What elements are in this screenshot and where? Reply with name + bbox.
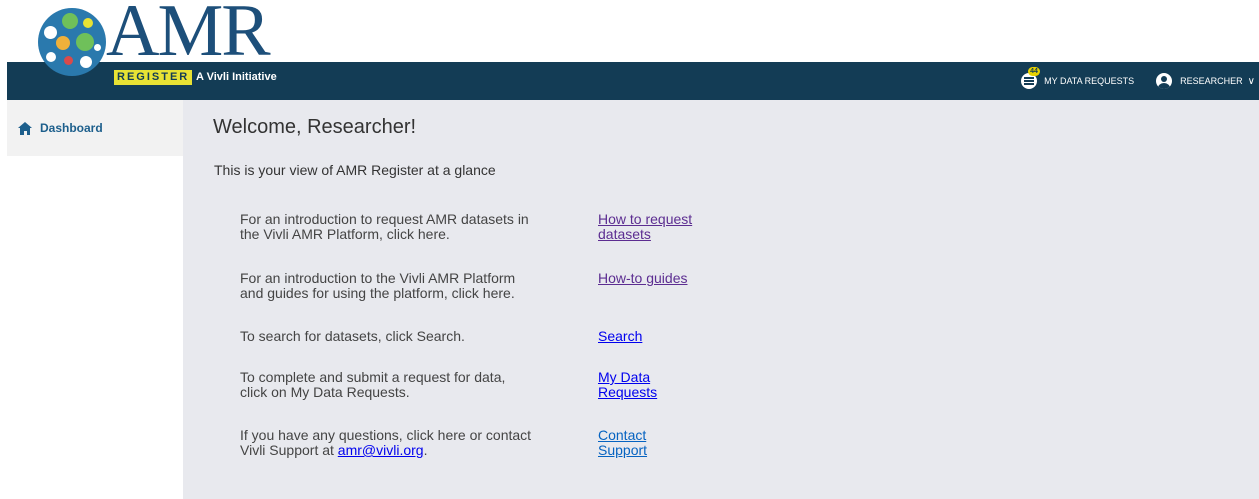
initiative-label: A Vivli Initiative: [196, 71, 277, 83]
my-data-requests-link[interactable]: My Data Requests: [598, 370, 728, 400]
register-tag: REGISTER: [114, 70, 193, 85]
row-description: For an introduction to request AMR datas…: [240, 211, 529, 242]
amr-logo[interactable]: AMR REGISTER A Vivli Initiative: [38, 0, 328, 98]
row-description: To search for datasets, click Search.: [240, 328, 465, 344]
logo-wordmark: AMR: [106, 0, 271, 72]
row-description: To complete and submit a request for dat…: [240, 369, 506, 400]
user-name-label: RESEARCHER: [1180, 76, 1243, 86]
logo-emblem-icon: [38, 8, 106, 76]
my-data-requests-button[interactable]: 44 MY DATA REQUESTS: [1021, 67, 1135, 89]
list-icon: 44: [1021, 67, 1040, 89]
contact-support-link[interactable]: Contact Support: [598, 428, 728, 458]
user-menu-button[interactable]: RESEARCHER ∨: [1156, 73, 1255, 89]
requests-count-badge: 44: [1028, 67, 1040, 76]
page-title: Welcome, Researcher!: [213, 116, 417, 138]
search-link[interactable]: Search: [598, 329, 728, 344]
user-avatar-icon: [1156, 73, 1173, 89]
row-description: If you have any questions, click here or…: [240, 427, 532, 458]
chevron-down-icon: ∨: [1247, 75, 1255, 87]
page-intro: This is your view of AMR Register at a g…: [214, 162, 496, 178]
row-description: For an introduction to the Vivli AMR Pla…: [240, 270, 516, 301]
sidebar-item-label: Dashboard: [40, 121, 103, 135]
how-to-request-datasets-link[interactable]: How to request datasets: [598, 212, 728, 242]
sidebar-item-dashboard[interactable]: Dashboard: [7, 100, 183, 156]
navbar-actions: 44 MY DATA REQUESTS RESEARCHER ∨: [1021, 62, 1259, 100]
my-data-requests-label: MY DATA REQUESTS: [1044, 76, 1135, 86]
home-icon: [18, 121, 32, 135]
dashboard-main: Welcome, Researcher! This is your view o…: [183, 100, 1259, 499]
sidebar: Dashboard: [7, 100, 183, 156]
how-to-guides-link[interactable]: How-to guides: [598, 271, 728, 286]
support-email-link[interactable]: amr@vivli.org: [338, 442, 424, 458]
